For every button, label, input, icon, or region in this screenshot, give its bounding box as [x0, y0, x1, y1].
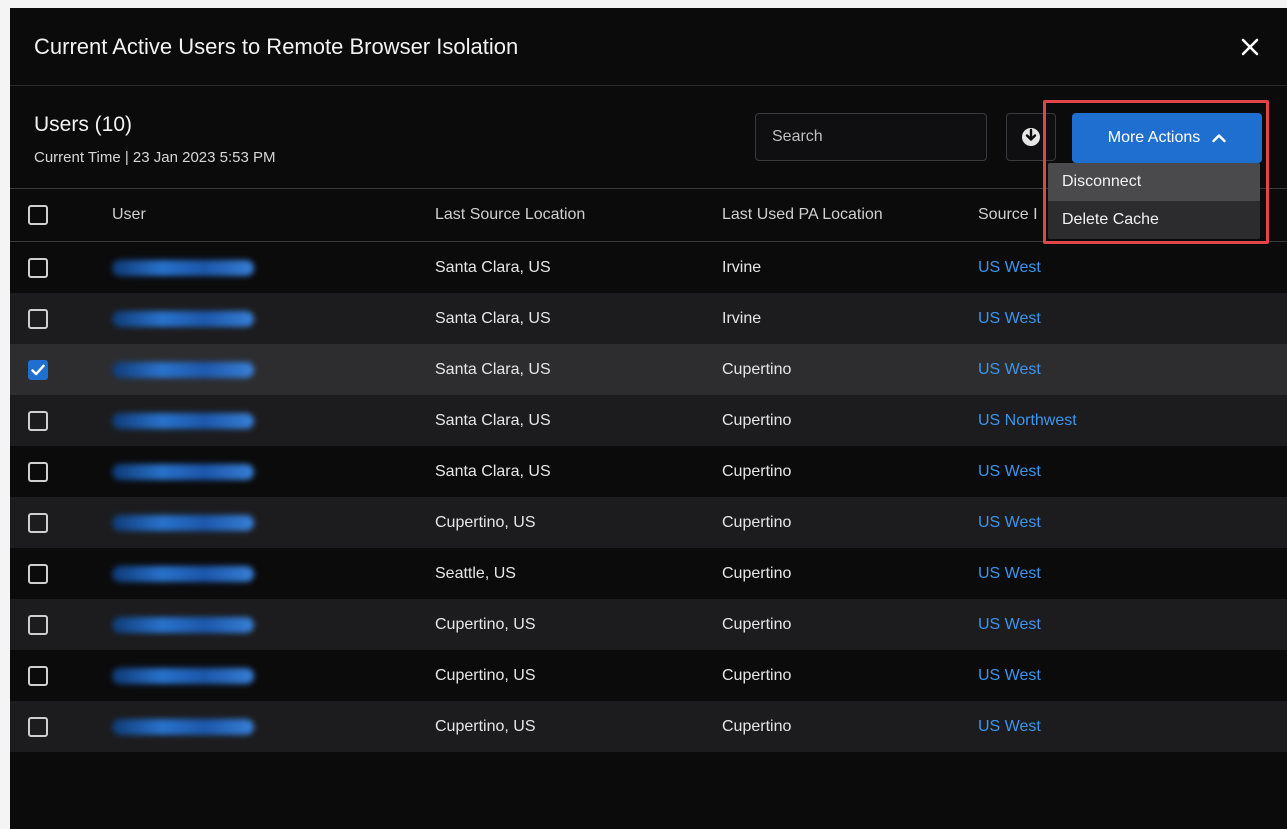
table-row[interactable]: Cupertino, US Cupertino US West: [10, 701, 1287, 752]
table-row[interactable]: Cupertino, US Cupertino US West: [10, 497, 1287, 548]
source-region-link[interactable]: US West: [978, 446, 1041, 497]
last-used-pa-location: Cupertino: [722, 666, 792, 684]
search-box: [755, 113, 987, 161]
last-used-pa-location: Irvine: [722, 258, 762, 276]
source-region-link[interactable]: US West: [978, 650, 1041, 701]
user-email-link[interactable]: [112, 514, 254, 531]
last-source-location: Cupertino, US: [435, 615, 536, 633]
user-email-link[interactable]: [112, 310, 254, 327]
source-region-link[interactable]: US West: [978, 344, 1041, 395]
source-region-link[interactable]: US Northwest: [978, 395, 1077, 446]
check-icon: [31, 364, 45, 375]
table-row[interactable]: Santa Clara, US Irvine US West: [10, 293, 1287, 344]
source-region-link[interactable]: US West: [978, 242, 1041, 293]
last-used-pa-location: Irvine: [722, 309, 762, 327]
last-source-location: Cupertino, US: [435, 513, 536, 531]
user-email-link[interactable]: [112, 565, 254, 582]
row-checkbox[interactable]: [28, 512, 48, 533]
download-button[interactable]: [1006, 113, 1056, 161]
column-header-last-source-location[interactable]: Last Source Location: [435, 189, 585, 241]
table-row[interactable]: Seattle, US Cupertino US West: [10, 548, 1287, 599]
last-used-pa-location: Cupertino: [722, 462, 792, 480]
table-row[interactable]: Santa Clara, US Cupertino US Northwest: [10, 395, 1287, 446]
last-used-pa-location: Cupertino: [722, 513, 792, 531]
table-body: Santa Clara, US Irvine US West Santa Clara,…: [10, 242, 1287, 752]
more-actions-button[interactable]: More Actions: [1072, 113, 1262, 163]
row-checkbox[interactable]: [28, 563, 48, 584]
user-email-link[interactable]: [112, 667, 254, 684]
current-time: Current Time | 23 Jan 2023 5:53 PM: [34, 149, 276, 166]
modal-title: Current Active Users to Remote Browser I…: [34, 33, 519, 59]
user-email-link[interactable]: [112, 259, 254, 276]
close-button[interactable]: [1235, 32, 1265, 62]
table-row[interactable]: Cupertino, US Cupertino US West: [10, 599, 1287, 650]
column-header-source-region[interactable]: Source I: [978, 189, 1038, 241]
row-checkbox[interactable]: [28, 614, 48, 635]
more-actions-menu: Disconnect Delete Cache: [1048, 163, 1260, 239]
last-source-location: Cupertino, US: [435, 717, 536, 735]
source-region-link[interactable]: US West: [978, 599, 1041, 650]
column-header-user[interactable]: User: [112, 189, 146, 241]
source-region-link[interactable]: US West: [978, 293, 1041, 344]
user-email-link[interactable]: [112, 718, 254, 735]
more-actions-label: More Actions: [1107, 129, 1201, 146]
select-all-checkbox[interactable]: [28, 205, 48, 225]
row-checkbox[interactable]: [28, 716, 48, 737]
row-checkbox[interactable]: [28, 461, 48, 482]
menu-item-delete-cache[interactable]: Delete Cache: [1048, 201, 1260, 239]
user-email-link[interactable]: [112, 361, 254, 378]
last-source-location: Santa Clara, US: [435, 411, 551, 429]
source-region-link[interactable]: US West: [978, 497, 1041, 548]
last-used-pa-location: Cupertino: [722, 717, 792, 735]
chevron-up-icon: [1212, 134, 1226, 143]
user-email-link[interactable]: [112, 412, 254, 429]
row-checkbox[interactable]: [28, 359, 48, 380]
table-row[interactable]: Santa Clara, US Cupertino US West: [10, 344, 1287, 395]
last-source-location: Cupertino, US: [435, 666, 536, 684]
user-email-link[interactable]: [112, 463, 254, 480]
table-row[interactable]: Cupertino, US Cupertino US West: [10, 650, 1287, 701]
last-used-pa-location: Cupertino: [722, 360, 792, 378]
close-icon: [1241, 38, 1259, 55]
modal-header: Current Active Users to Remote Browser I…: [10, 8, 1287, 86]
last-source-location: Seattle, US: [435, 564, 516, 582]
row-checkbox[interactable]: [28, 410, 48, 431]
last-used-pa-location: Cupertino: [722, 411, 792, 429]
last-used-pa-location: Cupertino: [722, 564, 792, 582]
table-row[interactable]: Santa Clara, US Irvine US West: [10, 242, 1287, 293]
column-header-last-used-pa-location[interactable]: Last Used PA Location: [722, 189, 883, 241]
last-used-pa-location: Cupertino: [722, 615, 792, 633]
menu-item-disconnect[interactable]: Disconnect: [1048, 163, 1260, 201]
row-checkbox[interactable]: [28, 308, 48, 329]
download-icon: [1022, 128, 1040, 146]
search-input[interactable]: [770, 127, 981, 147]
users-table: User Last Source Location Last Used PA L…: [10, 188, 1287, 752]
row-checkbox[interactable]: [28, 665, 48, 686]
users-count-heading: Users (10): [34, 113, 133, 136]
last-source-location: Santa Clara, US: [435, 309, 551, 327]
active-users-modal: Current Active Users to Remote Browser I…: [10, 8, 1287, 829]
source-region-link[interactable]: US West: [978, 701, 1041, 752]
source-region-link[interactable]: US West: [978, 548, 1041, 599]
row-checkbox[interactable]: [28, 257, 48, 278]
user-email-link[interactable]: [112, 616, 254, 633]
last-source-location: Santa Clara, US: [435, 360, 551, 378]
last-source-location: Santa Clara, US: [435, 462, 551, 480]
last-source-location: Santa Clara, US: [435, 258, 551, 276]
table-row[interactable]: Santa Clara, US Cupertino US West: [10, 446, 1287, 497]
